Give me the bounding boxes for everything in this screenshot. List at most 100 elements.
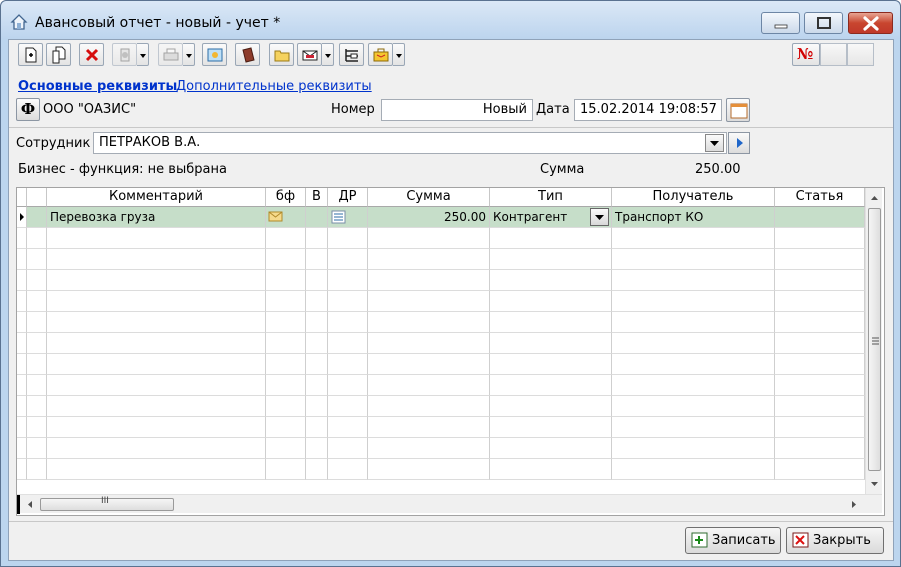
empty-cell[interactable] <box>490 270 612 291</box>
empty-cell[interactable] <box>27 270 47 291</box>
scroll-left-icon[interactable] <box>22 496 38 513</box>
copy-from-button[interactable] <box>112 43 137 66</box>
scroll-down-icon[interactable] <box>866 476 883 492</box>
briefcase-button[interactable] <box>368 43 393 66</box>
empty-cell[interactable] <box>490 417 612 438</box>
empty-cell[interactable] <box>266 354 306 375</box>
empty-cell[interactable] <box>27 396 47 417</box>
empty-cell[interactable] <box>368 228 490 249</box>
empty-cell[interactable] <box>266 312 306 333</box>
empty-cell[interactable] <box>612 396 775 417</box>
row-cell-recipient[interactable]: Транспорт КО <box>612 207 775 228</box>
empty-cell[interactable] <box>612 270 775 291</box>
delete-button[interactable] <box>79 43 104 66</box>
refresh-button[interactable] <box>202 43 227 66</box>
empty-cell[interactable] <box>612 417 775 438</box>
employee-open-button[interactable] <box>728 132 750 154</box>
copy-from-dropdown[interactable] <box>137 43 149 66</box>
number-button[interactable]: № <box>792 43 820 66</box>
scroll-right-icon[interactable] <box>846 496 862 513</box>
empty-cell[interactable] <box>328 312 368 333</box>
empty-cell[interactable] <box>775 333 865 354</box>
tab-main-requisites[interactable]: Основные реквизиты <box>18 79 177 94</box>
empty-cell[interactable] <box>775 354 865 375</box>
empty-cell[interactable] <box>27 459 47 480</box>
empty-cell[interactable] <box>47 354 266 375</box>
empty-cell[interactable] <box>490 333 612 354</box>
empty-cell[interactable] <box>47 291 266 312</box>
empty-cell[interactable] <box>775 228 865 249</box>
empty-cell[interactable] <box>306 228 328 249</box>
empty-cell[interactable] <box>368 291 490 312</box>
vertical-scrollbar[interactable] <box>865 188 882 494</box>
empty-cell[interactable] <box>266 333 306 354</box>
empty-cell[interactable] <box>368 375 490 396</box>
maximize-button[interactable] <box>804 12 843 34</box>
column-header-comment[interactable]: Комментарий <box>47 188 266 207</box>
empty-cell[interactable] <box>612 249 775 270</box>
empty-cell[interactable] <box>47 249 266 270</box>
mail-dropdown[interactable] <box>322 43 334 66</box>
empty-cell[interactable] <box>328 375 368 396</box>
number-field[interactable]: Новый <box>381 99 533 121</box>
empty-cell[interactable] <box>775 249 865 270</box>
empty-cell[interactable] <box>27 417 47 438</box>
save-button[interactable]: Записать <box>685 527 781 554</box>
row-cell-type[interactable]: Контрагент <box>490 207 612 228</box>
empty-cell[interactable] <box>27 291 47 312</box>
empty-cell[interactable] <box>47 417 266 438</box>
toolbar-blank-button-1[interactable] <box>820 43 847 66</box>
empty-cell[interactable] <box>490 354 612 375</box>
empty-cell[interactable] <box>328 459 368 480</box>
empty-cell[interactable] <box>47 396 266 417</box>
open-folder-button[interactable] <box>269 43 294 66</box>
column-header-sum[interactable]: Сумма <box>368 188 490 207</box>
column-header-recipient[interactable]: Получатель <box>612 188 775 207</box>
empty-cell[interactable] <box>490 375 612 396</box>
org-select-button[interactable]: Ф <box>16 98 40 121</box>
empty-cell[interactable] <box>368 417 490 438</box>
empty-cell[interactable] <box>775 270 865 291</box>
column-header-article[interactable]: Статья <box>775 188 865 207</box>
empty-cell[interactable] <box>266 291 306 312</box>
empty-cell[interactable] <box>612 291 775 312</box>
minimize-button[interactable] <box>761 12 800 34</box>
empty-cell[interactable] <box>368 438 490 459</box>
empty-cell[interactable] <box>306 249 328 270</box>
empty-cell[interactable] <box>27 249 47 270</box>
copy-doc-button[interactable] <box>46 43 71 66</box>
empty-cell[interactable] <box>490 312 612 333</box>
empty-cell[interactable] <box>266 228 306 249</box>
structure-button[interactable] <box>339 43 364 66</box>
empty-cell[interactable] <box>612 228 775 249</box>
scroll-up-icon[interactable] <box>866 190 883 206</box>
vertical-scroll-thumb[interactable] <box>868 208 881 471</box>
empty-cell[interactable] <box>368 459 490 480</box>
column-header-dr[interactable]: ДР <box>328 188 368 207</box>
empty-cell[interactable] <box>328 291 368 312</box>
empty-cell[interactable] <box>306 438 328 459</box>
empty-cell[interactable] <box>306 396 328 417</box>
empty-cell[interactable] <box>306 354 328 375</box>
empty-cell[interactable] <box>612 312 775 333</box>
empty-cell[interactable] <box>27 438 47 459</box>
close-button[interactable]: Закрыть <box>786 527 884 554</box>
row-cell-sum[interactable]: 250.00 <box>368 207 490 228</box>
empty-cell[interactable] <box>368 333 490 354</box>
new-doc-button[interactable] <box>18 43 43 66</box>
empty-cell[interactable] <box>266 459 306 480</box>
empty-cell[interactable] <box>612 333 775 354</box>
row-cell-v[interactable] <box>306 207 328 228</box>
empty-cell[interactable] <box>27 354 47 375</box>
employee-field[interactable]: ПЕТРАКОВ В.А. <box>93 132 727 154</box>
empty-cell[interactable] <box>328 417 368 438</box>
empty-cell[interactable] <box>368 249 490 270</box>
empty-cell[interactable] <box>47 375 266 396</box>
empty-cell[interactable] <box>47 312 266 333</box>
empty-cell[interactable] <box>368 270 490 291</box>
empty-cell[interactable] <box>47 228 266 249</box>
type-dropdown-button[interactable] <box>590 208 609 226</box>
empty-cell[interactable] <box>27 312 47 333</box>
row-cell-comment[interactable]: Перевозка груза <box>47 207 266 228</box>
empty-cell[interactable] <box>306 375 328 396</box>
